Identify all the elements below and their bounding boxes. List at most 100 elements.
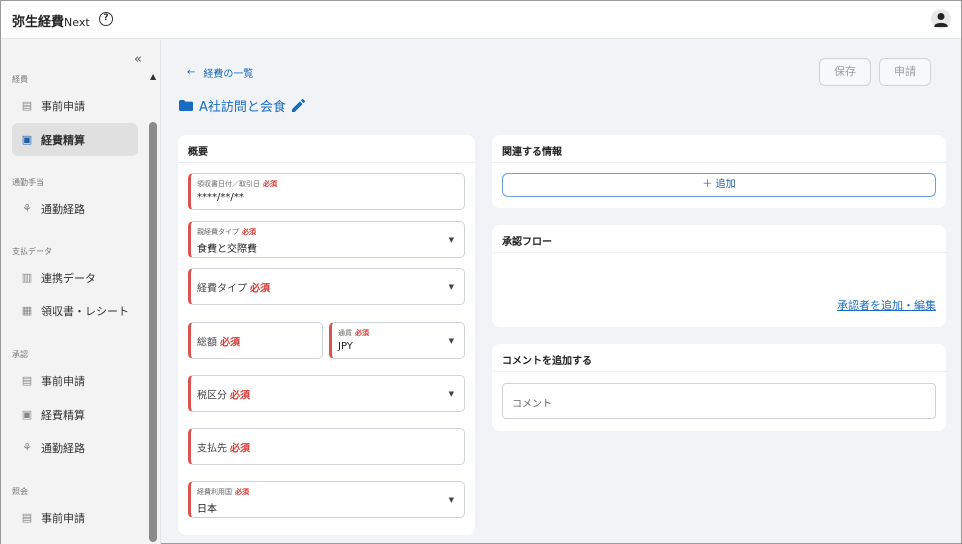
comment-card: コメントを追加する コメント <box>492 344 946 431</box>
label-text: 経費利用国 <box>197 488 232 496</box>
caret-down-icon: ▼ <box>448 495 454 504</box>
tax-category-label: 税区分 必須 <box>197 386 250 401</box>
section-label-expense: 経費 <box>12 75 28 84</box>
approve-route-icon: ⚘ <box>22 440 32 454</box>
expense-type-label: 経費タイプ 必須 <box>197 279 270 294</box>
section-label-approval: 承認 <box>12 350 28 359</box>
sidebar-item-expense-settlement[interactable]: ▣ 経費精算 <box>12 123 138 156</box>
expense-type-select[interactable]: 経費タイプ 必須 ▼ <box>188 268 465 305</box>
sidebar-item-label: 通勤経路 <box>41 202 85 216</box>
section-label-payment-data: 支払データ <box>12 247 52 256</box>
total-amount-label: 総額 必須 <box>197 333 240 348</box>
receipt-date-field[interactable]: 領収書日付／取引日 必須 ****/**/** <box>188 173 465 210</box>
divider <box>492 162 946 163</box>
section-label-commute: 通勤手当 <box>12 178 44 187</box>
divider <box>492 371 946 372</box>
label-text: 税区分 <box>197 390 227 401</box>
sidebar-item-receipts[interactable]: ▦ 領収書・レシート <box>12 294 138 327</box>
required-tag: 必須 <box>220 337 240 348</box>
apply-button[interactable]: 申請 <box>879 58 931 86</box>
label-text: 領収書日付／取引日 <box>197 180 260 188</box>
page-title: A社訪問と会食 <box>179 96 305 115</box>
related-info-title: 関連する情報 <box>502 147 562 158</box>
country-label: 経費利用国 必須 <box>197 487 249 497</box>
related-info-card: 関連する情報 ＋ 追加 <box>492 135 946 208</box>
currency-value: JPY <box>338 341 353 352</box>
label-text: 支払先 <box>197 443 227 454</box>
back-to-list-link[interactable]: ← 経費の一覧 <box>187 65 253 80</box>
sidebar-item-label: 事前申請 <box>41 511 85 525</box>
double-chevron-left-icon[interactable]: « <box>134 52 142 67</box>
comment-card-title: コメントを追加する <box>502 356 592 367</box>
sidebar-item-approval-pre-application[interactable]: ▤ 事前申請 <box>12 364 138 397</box>
sidebar-item-label: 通勤経路 <box>41 441 85 455</box>
question-circle-icon[interactable]: ? <box>99 12 113 26</box>
folder-icon <box>179 100 193 111</box>
required-tag: 必須 <box>230 443 250 454</box>
approve-document-icon: ▤ <box>21 373 33 387</box>
app-title-suffix: Next <box>64 16 90 29</box>
label-text: 通貨 <box>338 329 352 337</box>
edit-approvers-link[interactable]: 承認者を追加・編集 <box>837 297 936 313</box>
sidebar-item-commute-route[interactable]: ⚘ 通勤経路 <box>12 192 138 225</box>
sidebar-item-label: 経費精算 <box>41 408 85 422</box>
approval-flow-card: 承認フロー 承認者を追加・編集 <box>492 225 946 327</box>
walking-icon: ⚘ <box>22 201 32 215</box>
label-text: 親経費タイプ <box>197 228 239 236</box>
country-value: 日本 <box>197 504 217 515</box>
divider <box>492 252 946 253</box>
search-document-icon: ▤ <box>21 510 33 524</box>
sidebar-item-label: 事前申請 <box>41 374 85 388</box>
label-text: 総額 <box>197 337 217 348</box>
required-tag: 必須 <box>250 283 270 294</box>
save-button[interactable]: 保存 <box>819 58 871 86</box>
data-icon: ▥ <box>21 270 33 284</box>
sidebar-item-label: 事前申請 <box>41 99 85 113</box>
sidebar-item-pre-application[interactable]: ▤ 事前申請 <box>12 89 138 122</box>
add-related-button[interactable]: ＋ 追加 <box>502 173 936 197</box>
approval-flow-title: 承認フロー <box>502 237 552 248</box>
required-tag: 必須 <box>263 180 277 188</box>
sidebar-scrollbar[interactable] <box>149 122 157 542</box>
parent-expense-type-label: 親経費タイプ 必須 <box>197 227 256 237</box>
app-title: 弥生経費Next <box>12 11 90 30</box>
country-select[interactable]: 経費利用国 必須 日本 ▼ <box>188 481 465 518</box>
required-tag: 必須 <box>235 488 249 496</box>
section-label-inquiry: 照会 <box>12 487 28 496</box>
currency-label: 通貨 必須 <box>338 328 369 338</box>
document-icon: ▤ <box>21 98 33 112</box>
scroll-up-arrow-icon[interactable]: ▲ <box>150 72 156 81</box>
receipt-icon: ▣ <box>21 132 33 146</box>
receipt-date-label: 領収書日付／取引日 必須 <box>197 179 277 189</box>
parent-expense-type-value: 食費と交際費 <box>197 244 257 255</box>
divider <box>178 162 475 163</box>
total-amount-field[interactable]: 総額 必須 <box>188 322 323 359</box>
caret-down-icon: ▼ <box>448 235 454 244</box>
sidebar-item-linked-data[interactable]: ▥ 連携データ <box>12 261 138 294</box>
parent-expense-type-select[interactable]: 親経費タイプ 必須 食費と交際費 ▼ <box>188 221 465 258</box>
sidebar-item-label: 経費精算 <box>41 133 85 147</box>
sidebar-item-approval-commute-route[interactable]: ⚘ 通勤経路 <box>12 431 138 464</box>
sidebar-item-label: 連携データ <box>41 271 96 285</box>
summary-card: 概要 領収書日付／取引日 必須 ****/**/** 親経費タイプ 必須 食費と交際… <box>178 135 475 535</box>
tax-category-select[interactable]: 税区分 必須 ▼ <box>188 375 465 412</box>
summary-card-title: 概要 <box>188 147 208 158</box>
currency-select[interactable]: 通貨 必須 JPY ▼ <box>329 322 465 359</box>
payee-label: 支払先 必須 <box>197 439 250 454</box>
caret-down-icon: ▼ <box>448 282 454 291</box>
comment-input[interactable]: コメント <box>502 383 936 419</box>
caret-down-icon: ▼ <box>448 336 454 345</box>
user-avatar-icon[interactable] <box>931 9 951 29</box>
receipt-date-value: ****/**/** <box>197 192 244 203</box>
receipt-paper-icon: ▦ <box>21 303 33 317</box>
pencil-icon[interactable] <box>291 99 305 112</box>
required-tag: 必須 <box>242 228 256 236</box>
required-tag: 必須 <box>355 329 369 337</box>
required-tag: 必須 <box>230 390 250 401</box>
sidebar-item-approval-expense-settlement[interactable]: ▣ 経費精算 <box>12 398 138 431</box>
sidebar-item-inquiry-pre-application[interactable]: ▤ 事前申請 <box>12 501 138 534</box>
payee-field[interactable]: 支払先 必須 <box>188 428 465 465</box>
approve-receipt-icon: ▣ <box>21 407 33 421</box>
page-title-text: A社訪問と会食 <box>199 100 286 115</box>
app-title-text: 弥生経費 <box>12 15 65 30</box>
